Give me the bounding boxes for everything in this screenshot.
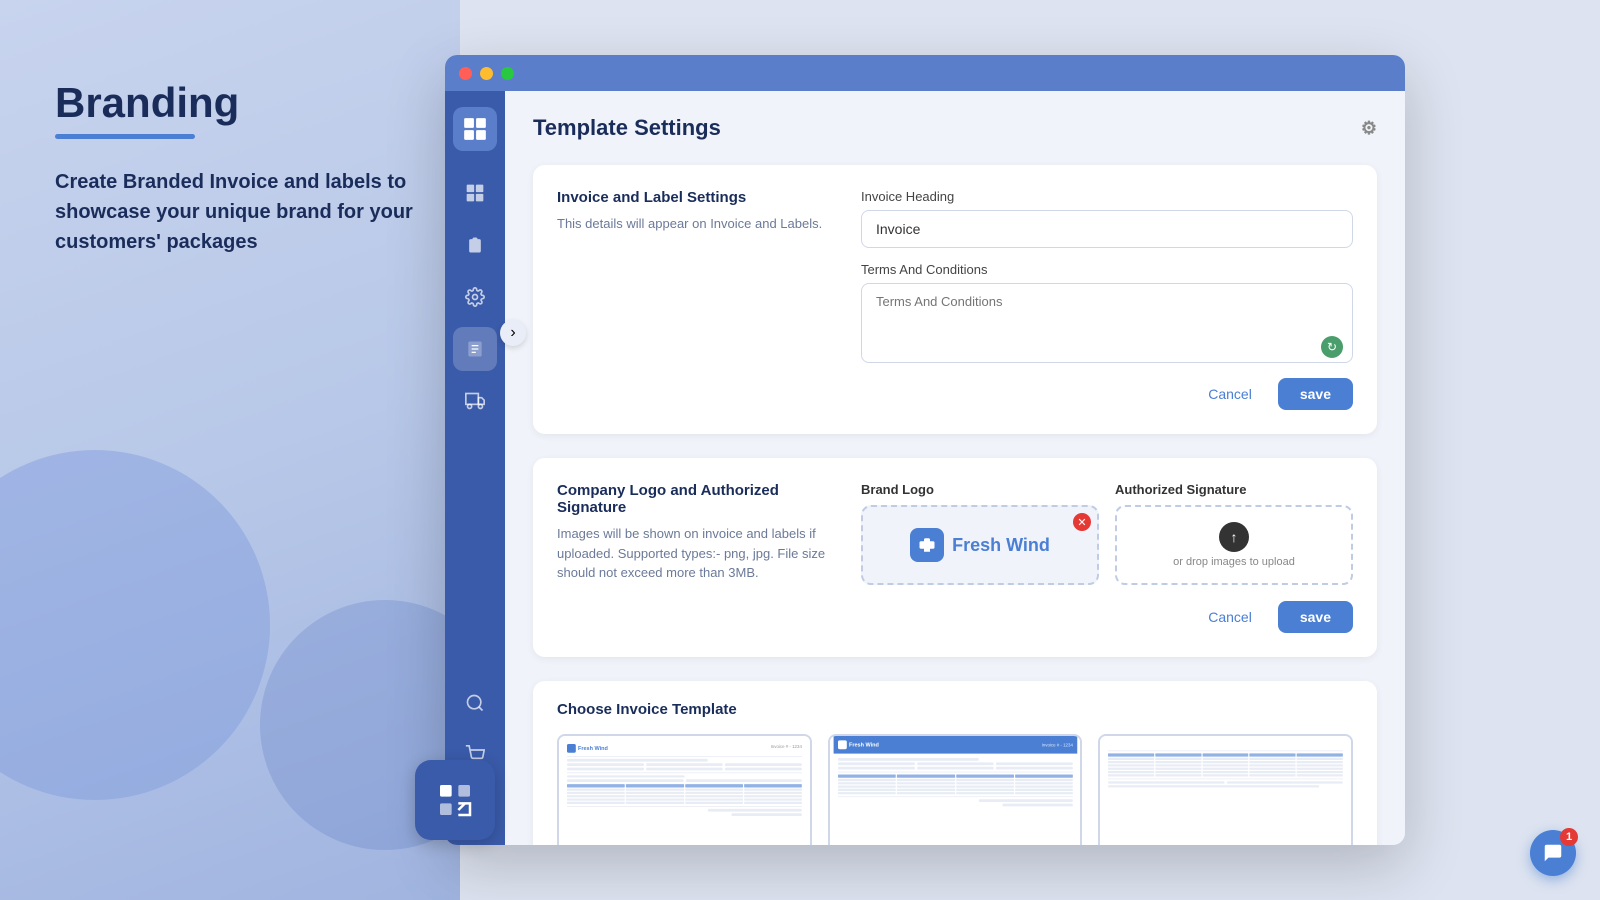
mini-invoice-1: Fresh Wind Invoice # - 1234 <box>567 744 802 816</box>
template-preview-3 <box>1100 736 1351 845</box>
template-icon <box>465 339 485 359</box>
upload-placeholder: ↑ or drop images to upload <box>1173 522 1295 568</box>
bottom-logo-box <box>415 760 495 840</box>
templates-grid: Fresh Wind Invoice # - 1234 <box>557 734 1353 845</box>
logo-section-title: Company Logo and Authorized Signature <box>557 482 837 516</box>
logo-section-right: Brand Logo <box>861 482 1353 633</box>
app-window: Template Settings ⚙ Invoice and Label Se… <box>445 55 1405 845</box>
brand-logo-label: Brand Logo <box>861 482 1099 497</box>
auth-sig-area: Authorized Signature ↑ or drop images to… <box>1115 482 1353 585</box>
chat-bubble-button[interactable]: 1 <box>1530 830 1576 876</box>
branding-description: Create Branded Invoice and labels to sho… <box>55 167 430 257</box>
invoice-section-title: Invoice and Label Settings <box>557 189 837 206</box>
settings-gear-icon[interactable]: ⚙ <box>1361 118 1377 139</box>
invoice-save-button[interactable]: save <box>1278 378 1353 410</box>
template-preview-2: Fresh Wind Invoice # - 1234 <box>830 736 1081 845</box>
mini-invoice-2: Fresh Wind Invoice # - 1234 <box>838 736 1073 806</box>
templates-title: Choose Invoice Template <box>557 701 1353 718</box>
template-card-2[interactable]: Fresh Wind Invoice # - 1234 <box>828 734 1083 845</box>
logo-text: Fresh Wind <box>952 535 1050 556</box>
left-panel: Branding Create Branded Invoice and labe… <box>0 0 460 900</box>
sidebar <box>445 91 505 845</box>
logo-icon-box <box>910 528 944 562</box>
invoice-settings-card: Invoice and Label Settings This details … <box>533 165 1377 434</box>
minimize-button[interactable] <box>480 67 493 80</box>
logo-icon <box>462 116 488 142</box>
upload-arrow-icon: ↑ <box>1219 522 1249 552</box>
orders-icon <box>465 235 485 255</box>
left-content: Branding Create Branded Invoice and labe… <box>55 80 430 257</box>
brand-logo-upload[interactable]: Fresh Wind ✕ <box>861 505 1099 585</box>
invoice-heading-input[interactable] <box>861 210 1353 248</box>
bottom-logo-icon <box>435 780 475 820</box>
terms-textarea[interactable] <box>861 283 1353 363</box>
logo-buttons: Cancel save <box>861 601 1353 633</box>
invoice-settings-layout: Invoice and Label Settings This details … <box>557 189 1353 410</box>
terms-label: Terms And Conditions <box>861 262 1353 277</box>
sidebar-item-dashboard[interactable] <box>453 171 497 215</box>
chat-badge: 1 <box>1560 828 1578 846</box>
template-card-1[interactable]: Fresh Wind Invoice # - 1234 <box>557 734 812 845</box>
invoice-cancel-button[interactable]: Cancel <box>1192 378 1268 410</box>
invoice-section-desc: This details will appear on Invoice and … <box>557 214 837 234</box>
page-header: Template Settings ⚙ <box>533 115 1377 141</box>
sidebar-collapse-button[interactable]: › <box>500 320 526 346</box>
shipping-icon <box>465 391 485 411</box>
main-content: Template Settings ⚙ Invoice and Label Se… <box>505 91 1405 845</box>
remove-logo-button[interactable]: ✕ <box>1073 513 1091 531</box>
close-button[interactable] <box>459 67 472 80</box>
sidebar-item-tracking[interactable] <box>453 681 497 725</box>
templates-section: Choose Invoice Template Fresh Wind <box>533 681 1377 845</box>
upload-hint: or drop images to upload <box>1173 556 1295 568</box>
logo-save-button[interactable]: save <box>1278 601 1353 633</box>
logo-preview: Fresh Wind <box>898 528 1062 562</box>
logo-cancel-button[interactable]: Cancel <box>1192 601 1268 633</box>
app-body: Template Settings ⚙ Invoice and Label Se… <box>445 91 1405 845</box>
sidebar-item-shipping[interactable] <box>453 379 497 423</box>
page-title: Template Settings <box>533 115 721 141</box>
sidebar-item-orders[interactable] <box>453 223 497 267</box>
sidebar-item-settings[interactable] <box>453 275 497 319</box>
logo-box-icon <box>918 536 936 554</box>
decorative-blob-1 <box>0 450 270 800</box>
tracking-icon <box>465 693 485 713</box>
chat-icon <box>1542 842 1564 864</box>
branding-title: Branding <box>55 80 430 126</box>
upload-row: Brand Logo <box>861 482 1353 585</box>
mini-invoice-3 <box>1108 744 1343 787</box>
collapse-arrow-icon: › <box>510 324 515 342</box>
brand-logo-area: Brand Logo <box>861 482 1099 585</box>
sidebar-item-template[interactable] <box>453 327 497 371</box>
invoice-settings-left: Invoice and Label Settings This details … <box>557 189 837 410</box>
settings-icon <box>465 287 485 307</box>
dashboard-icon <box>465 183 485 203</box>
refresh-icon[interactable]: ↻ <box>1321 336 1343 358</box>
logo-section-desc: Images will be shown on invoice and labe… <box>557 524 837 583</box>
invoice-buttons: Cancel save <box>861 378 1353 410</box>
logo-section-left: Company Logo and Authorized Signature Im… <box>557 482 837 633</box>
auth-sig-upload[interactable]: ↑ or drop images to upload <box>1115 505 1353 585</box>
sidebar-logo[interactable] <box>453 107 497 151</box>
template-card-3[interactable] <box>1098 734 1353 845</box>
heading-label: Invoice Heading <box>861 189 1353 204</box>
maximize-button[interactable] <box>501 67 514 80</box>
logo-signature-layout: Company Logo and Authorized Signature Im… <box>557 482 1353 633</box>
template-preview-1: Fresh Wind Invoice # - 1234 <box>559 736 810 845</box>
auth-sig-label: Authorized Signature <box>1115 482 1353 497</box>
invoice-settings-right: Invoice Heading Terms And Conditions ↻ C… <box>861 189 1353 410</box>
title-bar <box>445 55 1405 91</box>
logo-signature-card: Company Logo and Authorized Signature Im… <box>533 458 1377 657</box>
branding-underline <box>55 134 195 139</box>
terms-textarea-wrap: ↻ <box>861 283 1353 368</box>
